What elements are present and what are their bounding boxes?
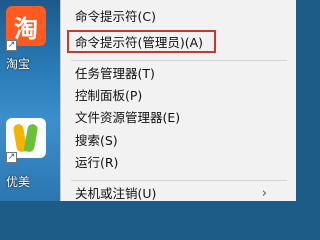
context-menu: 命令提示符(C) 命令提示符(管理员)(A) 任务管理器(T) 控制面板(P) …	[60, 0, 296, 201]
menu-separator	[71, 60, 287, 61]
highlight-box	[67, 30, 216, 53]
menu-item-label: 运行(R)	[75, 155, 119, 170]
desktop-icon-label: 淘宝	[6, 57, 31, 71]
shortcut-arrow-icon: ↗	[6, 152, 17, 163]
menu-item-label: 关机或注销(U)	[75, 186, 157, 201]
menu-item-task-manager[interactable]: 任务管理器(T)	[61, 64, 297, 84]
menu-item-control-panel[interactable]: 控制面板(P)	[61, 86, 297, 106]
menu-item-file-explorer[interactable]: 文件资源管理器(E)	[61, 108, 297, 128]
menu-item-label: 文件资源管理器(E)	[75, 110, 181, 125]
chevron-right-icon: ›	[261, 186, 267, 201]
taobao-icon-glyph: 淘	[14, 14, 38, 43]
menu-item-command-prompt-admin[interactable]: 命令提示符(管理员)(A)	[61, 30, 297, 53]
menu-item-command-prompt[interactable]: 命令提示符(C)	[61, 7, 297, 27]
menu-item-search[interactable]: 搜索(S)	[61, 131, 297, 151]
menu-item-shutdown-signout[interactable]: 关机或注销(U) ›	[61, 184, 297, 204]
menu-item-label: 搜索(S)	[75, 133, 118, 148]
menu-separator	[71, 180, 287, 181]
menu-item-run[interactable]: 运行(R)	[61, 153, 297, 173]
menu-item-label: 命令提示符(C)	[75, 9, 156, 24]
desktop-area: 淘 ↗ 淘宝 ↗ 优美	[0, 0, 60, 201]
menu-item-label: 控制面板(P)	[75, 88, 143, 103]
desktop-icon-label: 优美	[6, 175, 31, 189]
shortcut-arrow-icon: ↗	[6, 40, 17, 51]
leaf-green-shape	[23, 123, 39, 153]
menu-item-label: 任务管理器(T)	[75, 66, 155, 81]
